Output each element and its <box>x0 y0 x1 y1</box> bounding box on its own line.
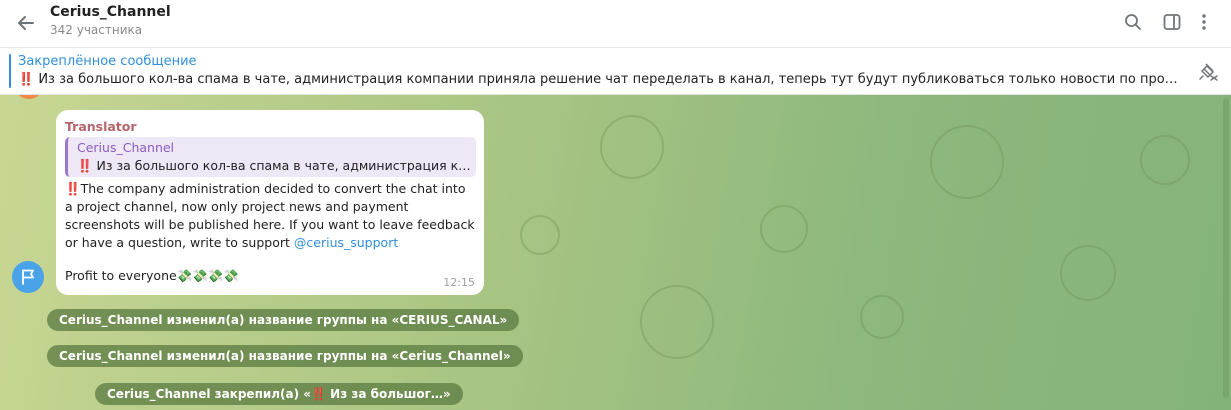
wallpaper-doodle <box>1140 135 1190 185</box>
pinned-title: Закреплённое сообщение <box>18 54 197 69</box>
wallpaper-doodle <box>640 285 714 359</box>
pinned-text: ‼️ Из за большого кол-ва спама в чате, а… <box>18 72 1178 87</box>
more-vertical-icon <box>1202 14 1206 30</box>
flag-icon <box>22 269 34 285</box>
pin-off-icon <box>1199 63 1218 81</box>
sidebar-toggle-button[interactable] <box>1160 10 1184 34</box>
wallpaper-doodle <box>600 115 664 179</box>
wallpaper-doodle <box>930 125 1004 199</box>
back-button[interactable] <box>12 9 40 37</box>
arrow-left-icon <box>18 16 34 30</box>
reply-author: Cerius_Channel <box>77 140 175 155</box>
pinned-indicator <box>9 54 11 88</box>
chat-title[interactable]: Cerius_Channel <box>50 4 171 20</box>
search-button[interactable] <box>1121 10 1145 34</box>
member-count: 342 участника <box>50 23 143 37</box>
message-bubble[interactable]: Translator Cerius_Channel ‼️ Из за больш… <box>56 110 484 295</box>
chat-area: Translator Cerius_Channel ‼️ Из за больш… <box>0 95 1231 410</box>
scrollbar[interactable] <box>1223 98 1229 398</box>
message-text: ‼️The company administration decided to … <box>65 180 475 252</box>
wallpaper-doodle <box>520 215 560 255</box>
more-button[interactable] <box>1192 10 1216 34</box>
reply-quote[interactable]: Cerius_Channel ‼️ Из за большого кол-ва … <box>65 137 476 177</box>
service-message: Cerius_Channel изменил(а) название групп… <box>47 345 523 367</box>
pinned-message-bar[interactable]: Закреплённое сообщение ‼️ Из за большого… <box>0 48 1231 95</box>
message-footer-text: Profit to everyone💸💸💸💸 <box>65 268 239 283</box>
message-time: 12:15 <box>443 276 475 289</box>
service-message[interactable]: Cerius_Channel закрепил(а) «‼️ Из за бол… <box>95 383 463 405</box>
service-message: Cerius_Channel изменил(а) название групп… <box>47 309 520 331</box>
message-body: ‼️The company administration decided to … <box>65 181 479 250</box>
message-sender[interactable]: Translator <box>65 119 137 134</box>
wallpaper-doodle <box>1060 245 1116 301</box>
support-link[interactable]: @cerius_support <box>294 235 398 250</box>
reply-text: ‼️ Из за большого кол-ва спама в чате, а… <box>77 158 473 173</box>
search-icon <box>1125 14 1141 30</box>
sidebar-icon <box>1163 14 1181 30</box>
wallpaper-doodle <box>760 205 808 253</box>
avatar[interactable] <box>14 95 44 99</box>
wallpaper-doodle <box>860 295 904 339</box>
unpin-button[interactable] <box>1197 60 1219 82</box>
chat-header: Cerius_Channel 342 участника <box>0 0 1231 48</box>
avatar[interactable] <box>12 261 44 293</box>
